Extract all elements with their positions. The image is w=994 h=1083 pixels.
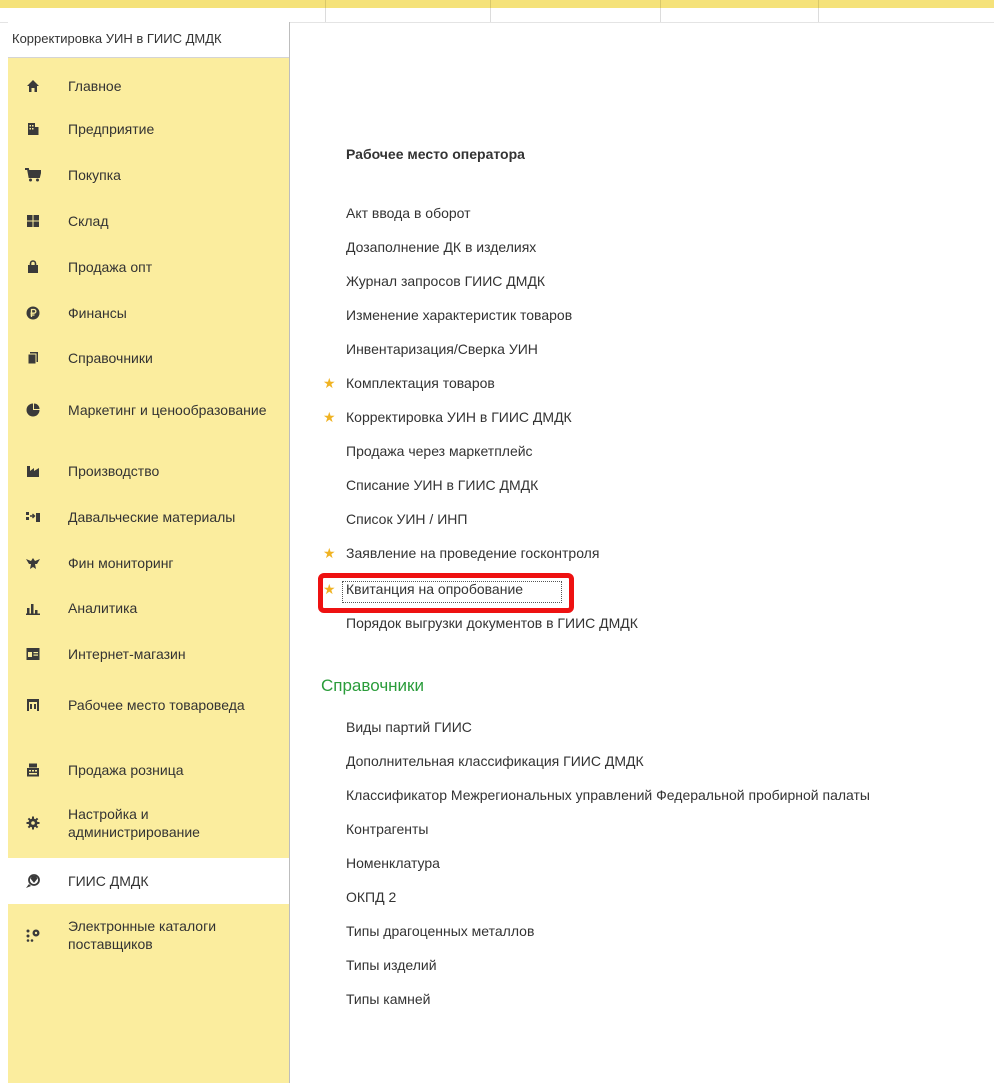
top-strip-divider <box>818 0 819 8</box>
bar-chart-icon <box>25 600 41 616</box>
top-strip <box>0 0 994 8</box>
sidebar-item-supplier-catalogs[interactable]: Электронные каталоги поставщиков <box>8 912 289 958</box>
sidebar-item-label: Интернет-магазин <box>68 646 186 662</box>
web-store-icon <box>25 646 41 662</box>
gems-icon <box>25 873 41 889</box>
open-window-title[interactable]: Корректировка УИН в ГИИС ДМДК <box>8 22 289 58</box>
sidebar-item-references[interactable]: Справочники <box>8 342 289 374</box>
sidebar-item-label: Аналитика <box>68 600 138 616</box>
sidebar-item-label: Фин мониторинг <box>68 555 174 571</box>
link-change-characteristics[interactable]: Изменение характеристик товаров <box>346 307 572 323</box>
register-icon <box>25 762 41 778</box>
bag-icon <box>25 259 41 275</box>
home-icon <box>25 78 41 94</box>
sidebar-item-label: Производство <box>68 463 160 479</box>
references-section-title: Справочники <box>321 676 424 695</box>
link-stone-types[interactable]: Типы камней <box>346 991 430 1007</box>
workplace-icon <box>25 697 41 713</box>
favorite-star-icon[interactable]: ★ <box>323 375 336 392</box>
link-inventory-uin[interactable]: Инвентаризация/Сверка УИН <box>346 341 538 357</box>
link-request-journal[interactable]: Журнал запросов ГИИС ДМДК <box>346 273 545 289</box>
link-precious-metal-types[interactable]: Типы драгоценных металлов <box>346 923 534 939</box>
pie-chart-icon <box>25 402 41 418</box>
sidebar-item-label: Маркетинг и ценообразование <box>68 402 267 418</box>
eagle-icon <box>25 555 41 571</box>
section-sidebar: Корректировка УИН в ГИИС ДМДК Главное Пр… <box>8 22 290 1083</box>
link-nomenclature[interactable]: Номенклатура <box>346 855 440 871</box>
factory-icon <box>25 463 41 479</box>
ruble-icon <box>25 305 41 321</box>
sidebar-item-web-store[interactable]: Интернет-магазин <box>8 638 289 670</box>
catalog-icon <box>25 927 41 943</box>
sidebar-item-label: Предприятие <box>68 121 155 137</box>
favorite-star-icon[interactable]: ★ <box>323 409 336 426</box>
section-content: Рабочее место оператора Акт ввода в обор… <box>290 22 994 1083</box>
sidebar-item-label: Продажа опт <box>68 259 153 275</box>
tab-divider <box>490 8 491 22</box>
sidebar-item-label: Справочники <box>68 350 153 366</box>
top-strip-divider <box>660 0 661 8</box>
favorite-star-icon[interactable]: ★ <box>323 545 336 562</box>
link-counterparties[interactable]: Контрагенты <box>346 821 428 837</box>
tab-divider <box>660 8 661 22</box>
top-strip-divider <box>325 0 326 8</box>
sidebar-item-label: Главное <box>68 78 122 94</box>
sidebar-item-tolling-materials[interactable]: Давальческие материалы <box>8 501 289 533</box>
sidebar-item-retail[interactable]: Продажа розница <box>8 754 289 786</box>
link-uin-list[interactable]: Список УИН / ИНП <box>346 511 467 527</box>
sidebar-item-label: Рабочее место товароведа <box>68 697 245 713</box>
sidebar-item-giis-dmdk[interactable]: ГИИС ДМДК <box>8 858 289 904</box>
sidebar-item-main[interactable]: Главное <box>8 70 289 102</box>
sidebar-item-fin-monitoring[interactable]: Фин мониторинг <box>8 547 289 579</box>
link-assay-chamber-classifier[interactable]: Классификатор Межрегиональных управлений… <box>346 787 870 803</box>
sidebar-item-label: Склад <box>68 213 109 229</box>
books-icon <box>25 350 41 366</box>
materials-icon <box>25 509 41 525</box>
sidebar-item-warehouse[interactable]: Склад <box>8 205 289 237</box>
sidebar-item-wholesale[interactable]: Продажа опт <box>8 251 289 283</box>
building-icon <box>25 121 41 137</box>
sidebar-item-label: Продажа розница <box>68 762 184 778</box>
link-additional-classification[interactable]: Дополнительная классификация ГИИС ДМДК <box>346 753 644 769</box>
sidebar-item-settings[interactable]: Настройка и администрирование <box>8 800 289 846</box>
tab-bar <box>0 8 994 23</box>
sidebar-item-label: Давальческие материалы <box>68 509 236 525</box>
sidebar-item-label: Финансы <box>68 305 127 321</box>
sidebar-item-label: Электронные каталоги поставщиков <box>68 918 217 952</box>
link-giis-batch-types[interactable]: Виды партий ГИИС <box>346 719 472 735</box>
link-dk-completion[interactable]: Дозаполнение ДК в изделиях <box>346 239 536 255</box>
link-write-off-uin[interactable]: Списание УИН в ГИИС ДМДК <box>346 477 538 493</box>
sidebar-item-merchandiser-workplace[interactable]: Рабочее место товароведа <box>8 682 289 728</box>
operator-workplace-title: Рабочее место оператора <box>346 146 525 162</box>
sidebar-item-production[interactable]: Производство <box>8 455 289 487</box>
sidebar-item-finance[interactable]: Финансы <box>8 297 289 329</box>
sidebar-item-label: ГИИС ДМДК <box>68 873 149 889</box>
link-act-input[interactable]: Акт ввода в оборот <box>346 205 471 221</box>
gear-icon <box>25 815 41 831</box>
sidebar-item-purchase[interactable]: Покупка <box>8 159 289 191</box>
link-product-types[interactable]: Типы изделий <box>346 957 437 973</box>
sidebar-item-label: Покупка <box>68 167 121 183</box>
warehouse-icon <box>25 213 41 229</box>
link-state-control-application[interactable]: Заявление на проведение госконтроля <box>346 545 599 561</box>
tab-divider <box>325 8 326 22</box>
link-export-order[interactable]: Порядок выгрузки документов в ГИИС ДМДК <box>346 615 638 631</box>
top-strip-divider <box>490 0 491 8</box>
sidebar-item-label: Настройка и администрирование <box>68 806 200 840</box>
highlight-frame <box>318 573 574 613</box>
sidebar-item-analytics[interactable]: Аналитика <box>8 592 289 624</box>
sidebar-item-marketing[interactable]: Маркетинг и ценообразование <box>8 388 289 432</box>
link-okpd2[interactable]: ОКПД 2 <box>346 889 396 905</box>
sidebar-item-enterprise[interactable]: Предприятие <box>8 113 289 145</box>
link-kitting[interactable]: Комплектация товаров <box>346 375 495 391</box>
link-correct-uin[interactable]: Корректировка УИН в ГИИС ДМДК <box>346 409 572 425</box>
link-marketplace-sale[interactable]: Продажа через маркетплейс <box>346 443 533 459</box>
cart-icon <box>25 167 41 183</box>
tab-divider <box>818 8 819 22</box>
